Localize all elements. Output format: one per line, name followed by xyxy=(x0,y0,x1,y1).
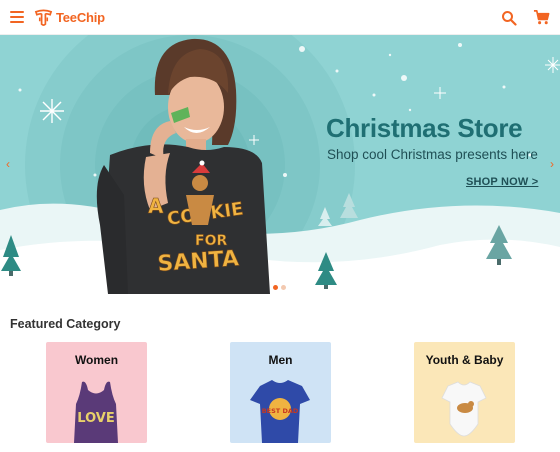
hero-title: Christmas Store xyxy=(326,113,523,143)
category-label-youth-baby: Youth & Baby xyxy=(425,353,504,367)
featured-category-title: Featured Category xyxy=(10,317,121,331)
search-icon[interactable] xyxy=(501,10,517,26)
category-card-youth-baby[interactable]: Youth & Baby xyxy=(414,342,515,443)
shop-now-link[interactable]: SHOP NOW > xyxy=(466,176,538,188)
hero-banner[interactable]: A COOKIE FOR SANTA Christmas Store Shop … xyxy=(0,35,560,294)
carousel-dot-2[interactable] xyxy=(281,285,286,290)
brand-logo[interactable]: TeeChip xyxy=(34,8,105,27)
carousel-prev-icon[interactable]: ‹ xyxy=(2,157,14,171)
top-navigation-bar: TeeChip xyxy=(0,0,560,35)
cart-icon[interactable] xyxy=(533,9,550,26)
carousel-dots xyxy=(273,285,286,290)
category-label-women: Women xyxy=(74,353,119,367)
category-label-men: Men xyxy=(268,353,293,367)
women-product-text: LOVE xyxy=(77,411,114,426)
carousel-next-icon[interactable]: › xyxy=(546,157,558,171)
category-card-men[interactable]: BEST DAD Men xyxy=(230,342,331,443)
carousel-dot-1[interactable] xyxy=(273,285,278,290)
men-product-text: BEST DAD xyxy=(262,407,299,415)
brand-name: TeeChip xyxy=(56,10,105,25)
hero-subtitle: Shop cool Christmas presents here xyxy=(327,147,538,162)
hero-illustration: A COOKIE FOR SANTA xyxy=(0,35,560,294)
teechip-logo-icon xyxy=(34,9,53,26)
snowflake-icon xyxy=(40,99,64,123)
menu-icon[interactable] xyxy=(10,11,24,23)
category-card-women[interactable]: LOVE Women xyxy=(46,342,147,443)
svg-text:A: A xyxy=(148,194,164,218)
